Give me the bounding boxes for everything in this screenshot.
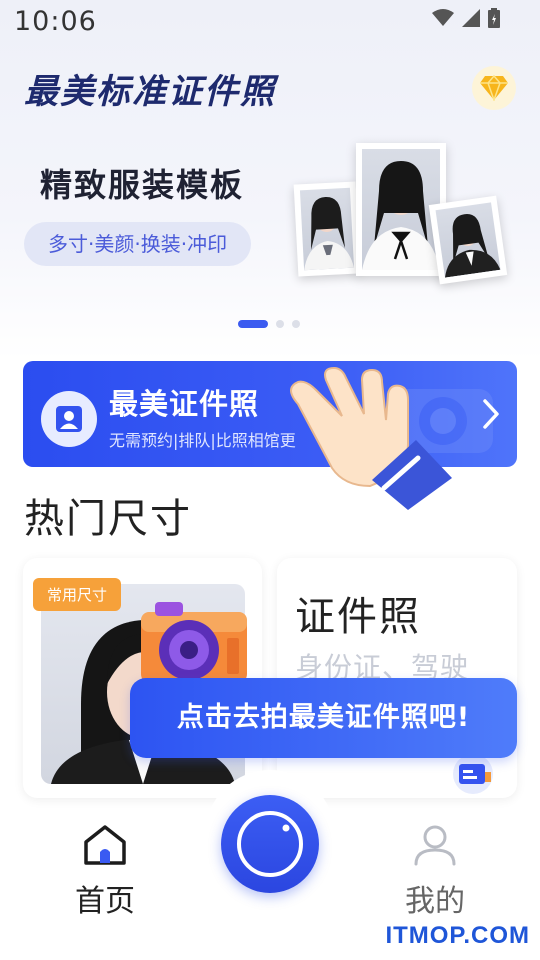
feature-title: 最美证件照 (109, 387, 260, 421)
common-size-badge: 常用尺寸 (33, 578, 122, 611)
signal-icon (462, 9, 480, 27)
battery-icon (488, 8, 500, 28)
camera-shutter-icon (237, 811, 303, 877)
pagination-dot[interactable] (276, 320, 284, 328)
diamond-icon (480, 75, 508, 101)
home-icon (84, 825, 126, 865)
vip-button[interactable] (472, 66, 516, 110)
app-title: 最美标准证件照 (24, 72, 276, 112)
section-title-hot-sizes: 热门尺寸 (24, 496, 192, 542)
nav-item-home[interactable]: 首页 (60, 824, 150, 920)
sample-photo-left (293, 181, 361, 277)
camera-button[interactable] (221, 795, 319, 893)
size-card-title: 证件照 (295, 594, 421, 640)
nav-label-mine: 我的 (405, 884, 465, 919)
id-photo-icon (56, 406, 82, 432)
status-icons (432, 8, 500, 28)
banner-title: 精致服装模板 (40, 166, 245, 204)
nav-item-mine[interactable]: 我的 (390, 824, 480, 920)
camera-illustration-icon (141, 602, 247, 684)
watermark: ITMOP.COM (385, 922, 530, 949)
status-bar: 10:06 (0, 0, 540, 46)
feature-subtitle: 无需预约|排队|比照相馆更 (109, 431, 296, 450)
id-card-icon (453, 754, 493, 794)
banner-pagination (238, 320, 300, 328)
status-time: 10:06 (14, 6, 97, 37)
pagination-dot-active[interactable] (238, 320, 268, 328)
hand-pointer-icon (290, 366, 452, 510)
tooltip-take-photo[interactable]: 点击去拍最美证件照吧! (130, 678, 517, 758)
wifi-icon (432, 9, 454, 26)
user-icon (414, 825, 456, 866)
pagination-dot[interactable] (292, 320, 300, 328)
sample-photo-right (428, 195, 508, 285)
banner-tag: 多寸·美颜·换装·冲印 (24, 222, 252, 266)
chevron-right-icon (483, 399, 499, 429)
feature-icon-wrap (41, 391, 97, 447)
nav-label-home: 首页 (75, 884, 135, 919)
